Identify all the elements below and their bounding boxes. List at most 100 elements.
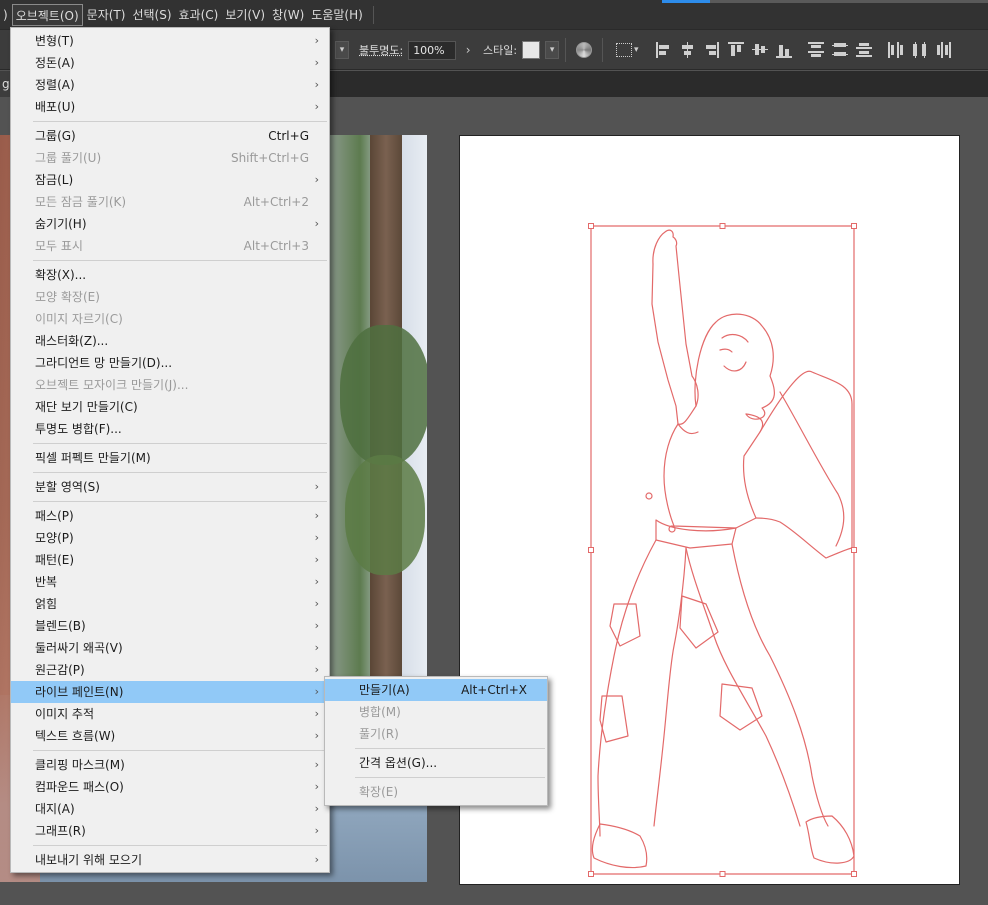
menu-item-label: 블렌드(B) (35, 619, 86, 633)
vertical-align-center-icon[interactable] (752, 42, 768, 58)
menu-item-label: 확장(X)... (35, 268, 87, 282)
menu-item-rasterize[interactable]: 래스터화(Z)... (11, 330, 329, 352)
style-dropdown-button[interactable]: ▾ (545, 41, 560, 59)
style-swatch[interactable] (522, 41, 541, 59)
vertical-align-top-icon[interactable] (728, 42, 744, 58)
horizontal-align-right-icon[interactable] (704, 42, 719, 58)
menu-item-path[interactable]: 패스(P) › (11, 505, 329, 527)
opacity-input[interactable]: 100% (408, 40, 457, 60)
menu-item-label: 모양 확장(E) (35, 290, 100, 304)
menu-view[interactable]: 보기(V) (222, 4, 268, 26)
menu-item-label: 만들기(A) (359, 683, 410, 697)
menu-item-lock[interactable]: 잠금(L) › (11, 169, 329, 191)
bbox-handle (851, 871, 857, 877)
object-menu: 변형(T) › 정돈(A) › 정렬(A) › 배포(U) › 그룹(G) Ctrl+G 그룹 풀기… (10, 27, 330, 873)
hair-path (694, 313, 775, 420)
recolor-artwork-icon[interactable] (576, 42, 592, 58)
menu-separator (33, 121, 327, 122)
stroke-dropdown-button[interactable]: ▾ (335, 41, 349, 59)
menu-item-hide[interactable]: 숨기기(H) › (11, 213, 329, 235)
menu-item-label: 분할 영역(S) (35, 480, 100, 494)
menu-item-perspective[interactable]: 원근감(P) › (11, 659, 329, 681)
menu-item-blend[interactable]: 블렌드(B) › (11, 615, 329, 637)
menu-effect[interactable]: 효과(C) (176, 4, 222, 26)
menu-item-group[interactable]: 그룹(G) Ctrl+G (11, 125, 329, 147)
menu-item-label: 얽힘 (35, 597, 58, 611)
chevron-right-icon: › (314, 575, 319, 588)
chevron-right-icon: › (314, 758, 319, 771)
menu-type[interactable]: 문자(T) (84, 4, 129, 26)
horizontal-distribute-center-icon[interactable] (912, 42, 927, 58)
menu-item-intertwine[interactable]: 얽힘 › (11, 593, 329, 615)
menu-item-graph[interactable]: 그래프(R) › (11, 820, 329, 842)
menu-object[interactable]: 오브젝트(O) (11, 3, 83, 26)
chevron-right-icon: › (314, 531, 319, 544)
menu-item-envelope-distort[interactable]: 둘러싸기 왜곡(V) › (11, 637, 329, 659)
menu-item-pattern[interactable]: 패턴(E) › (11, 549, 329, 571)
menu-item-make[interactable]: 만들기(A) Alt+Ctrl+X (325, 679, 547, 701)
menu-separator (33, 845, 327, 846)
menu-item-slice[interactable]: 분할 영역(S) › (11, 476, 329, 498)
menu-item-text-wrap[interactable]: 텍스트 흐름(W) › (11, 725, 329, 747)
align-to-selection-icon[interactable] (616, 43, 632, 57)
horizontal-align-left-icon[interactable] (656, 42, 671, 58)
menu-separator (33, 750, 327, 751)
menu-item-pixel-perfect[interactable]: 픽셀 퍼펙트 만들기(M) (11, 447, 329, 469)
vertical-distribute-top-icon[interactable] (808, 42, 824, 58)
menu-item-trim-marks[interactable]: 재단 보기 만들기(C) (11, 396, 329, 418)
menu-item-gap-options[interactable]: 간격 옵션(G)... (325, 752, 547, 774)
rip-patch (679, 595, 719, 649)
chevron-right-icon: › (314, 480, 319, 493)
bbox-handle (588, 547, 594, 553)
menu-item-live-paint[interactable]: 라이브 페인트(N) › (11, 681, 329, 703)
menu-item-expand-appearance: 모양 확장(E) (11, 286, 329, 308)
menu-item-label: 풀기(R) (359, 727, 399, 741)
menu-item-shape[interactable]: 모양(P) › (11, 527, 329, 549)
menu-item-image-trace[interactable]: 이미지 추적 › (11, 703, 329, 725)
chevron-down-icon[interactable]: ▾ (634, 45, 639, 55)
chevron-right-icon: › (314, 78, 319, 91)
vertical-distribute-center-icon[interactable] (832, 42, 848, 58)
horizontal-distribute-left-icon[interactable] (888, 42, 903, 58)
horizontal-align-center-icon[interactable] (680, 42, 695, 58)
menu-item-arrange[interactable]: 정돈(A) › (11, 52, 329, 74)
menu-help[interactable]: 도움말(H) (308, 4, 366, 26)
menu-item-label: 반복 (35, 575, 58, 589)
left-leg-outer-path (597, 539, 657, 837)
vertical-distribute-bottom-icon[interactable] (856, 42, 872, 58)
chevron-right-icon: › (314, 663, 319, 676)
chevron-right-icon: › (314, 824, 319, 837)
menu-window[interactable]: 창(W) (269, 4, 307, 26)
menu-item-transform[interactable]: 변형(T) › (11, 30, 329, 52)
menu-item-label: 그룹(G) (35, 129, 76, 143)
menu-item-expand: 확장(E) (325, 781, 547, 803)
menu-select[interactable]: 선택(S) (129, 4, 174, 26)
menu-item-unlock-all: 모든 잠금 풀기(K) Alt+Ctrl+2 (11, 191, 329, 213)
menu-item-align[interactable]: 정렬(A) › (11, 74, 329, 96)
sleeve-path (779, 391, 845, 547)
menu-bar: ) 오브젝트(O) 문자(T) 선택(S) 효과(C) 보기(V) 창(W) 도… (0, 0, 988, 30)
menu-item-label: 정렬(A) (35, 78, 75, 92)
menu-item-shortcut: Alt+Ctrl+2 (243, 195, 309, 209)
menu-item-artboards[interactable]: 대지(A) › (11, 798, 329, 820)
menu-item-object-mosaic: 오브젝트 모자이크 만들기(J)... (11, 374, 329, 396)
menu-item-shortcut: Ctrl+G (268, 129, 309, 143)
menu-item-shortcut: Shift+Ctrl+G (230, 151, 309, 165)
menu-item-repeat[interactable]: 반복 › (11, 571, 329, 593)
menu-item-gradient-mesh[interactable]: 그라디언트 망 만들기(D)... (11, 352, 329, 374)
button-dot (645, 492, 653, 500)
menu-item-expand[interactable]: 확장(X)... (11, 264, 329, 286)
menu-truncated[interactable]: ) (0, 4, 11, 26)
right-shoe-path (805, 815, 855, 864)
horizontal-distribute-right-icon[interactable] (936, 42, 951, 58)
opacity-arrow-icon[interactable]: › (461, 43, 475, 57)
menu-item-distribute[interactable]: 배포(U) › (11, 96, 329, 118)
menu-item-flatten-transparency[interactable]: 투명도 병합(F)... (11, 418, 329, 440)
menu-item-compound-path[interactable]: 컴파운드 패스(O) › (11, 776, 329, 798)
menu-item-release: 풀기(R) (325, 723, 547, 745)
vertical-align-bottom-icon[interactable] (776, 42, 792, 58)
menu-item-clipping-mask[interactable]: 클리핑 마스크(M) › (11, 754, 329, 776)
menu-item-collect-for-export[interactable]: 내보내기 위해 모으기 › (11, 849, 329, 871)
opacity-label[interactable]: 불투명도: (359, 42, 403, 58)
menu-item-label: 그룹 풀기(U) (35, 151, 102, 165)
